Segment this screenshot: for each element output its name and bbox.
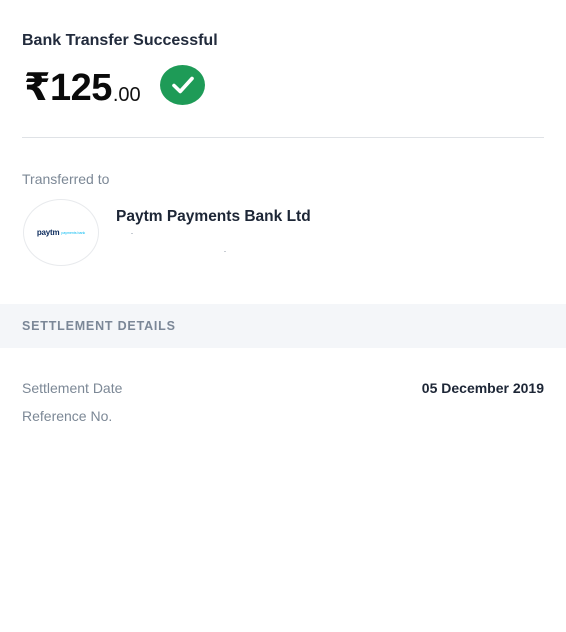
bank-name: Paytm Payments Bank Ltd xyxy=(116,208,311,225)
logo-brand: paytm xyxy=(36,228,60,237)
check-icon xyxy=(160,65,205,105)
settlement-date-label: Settlement Date xyxy=(22,380,123,396)
logo-sub: payments bank xyxy=(61,230,86,235)
amount-decimal: .00 xyxy=(112,84,141,106)
divider xyxy=(22,137,544,138)
page-title: Bank Transfer Successful xyxy=(22,32,218,49)
masked-detail xyxy=(224,251,226,252)
bank-logo: paytm payments bank xyxy=(23,199,99,266)
paytm-logo: paytm payments bank xyxy=(37,228,85,237)
settlement-date-value: 05 December 2019 xyxy=(421,380,544,396)
transferred-to-label: Transferred to xyxy=(22,171,110,187)
section-title: SETTLEMENT DETAILS xyxy=(22,319,176,333)
masked-detail xyxy=(131,233,133,234)
amount-display: ₹125 .00 xyxy=(24,64,141,108)
amount-main: ₹125 xyxy=(24,67,112,109)
reference-no-label: Reference No. xyxy=(22,408,113,424)
